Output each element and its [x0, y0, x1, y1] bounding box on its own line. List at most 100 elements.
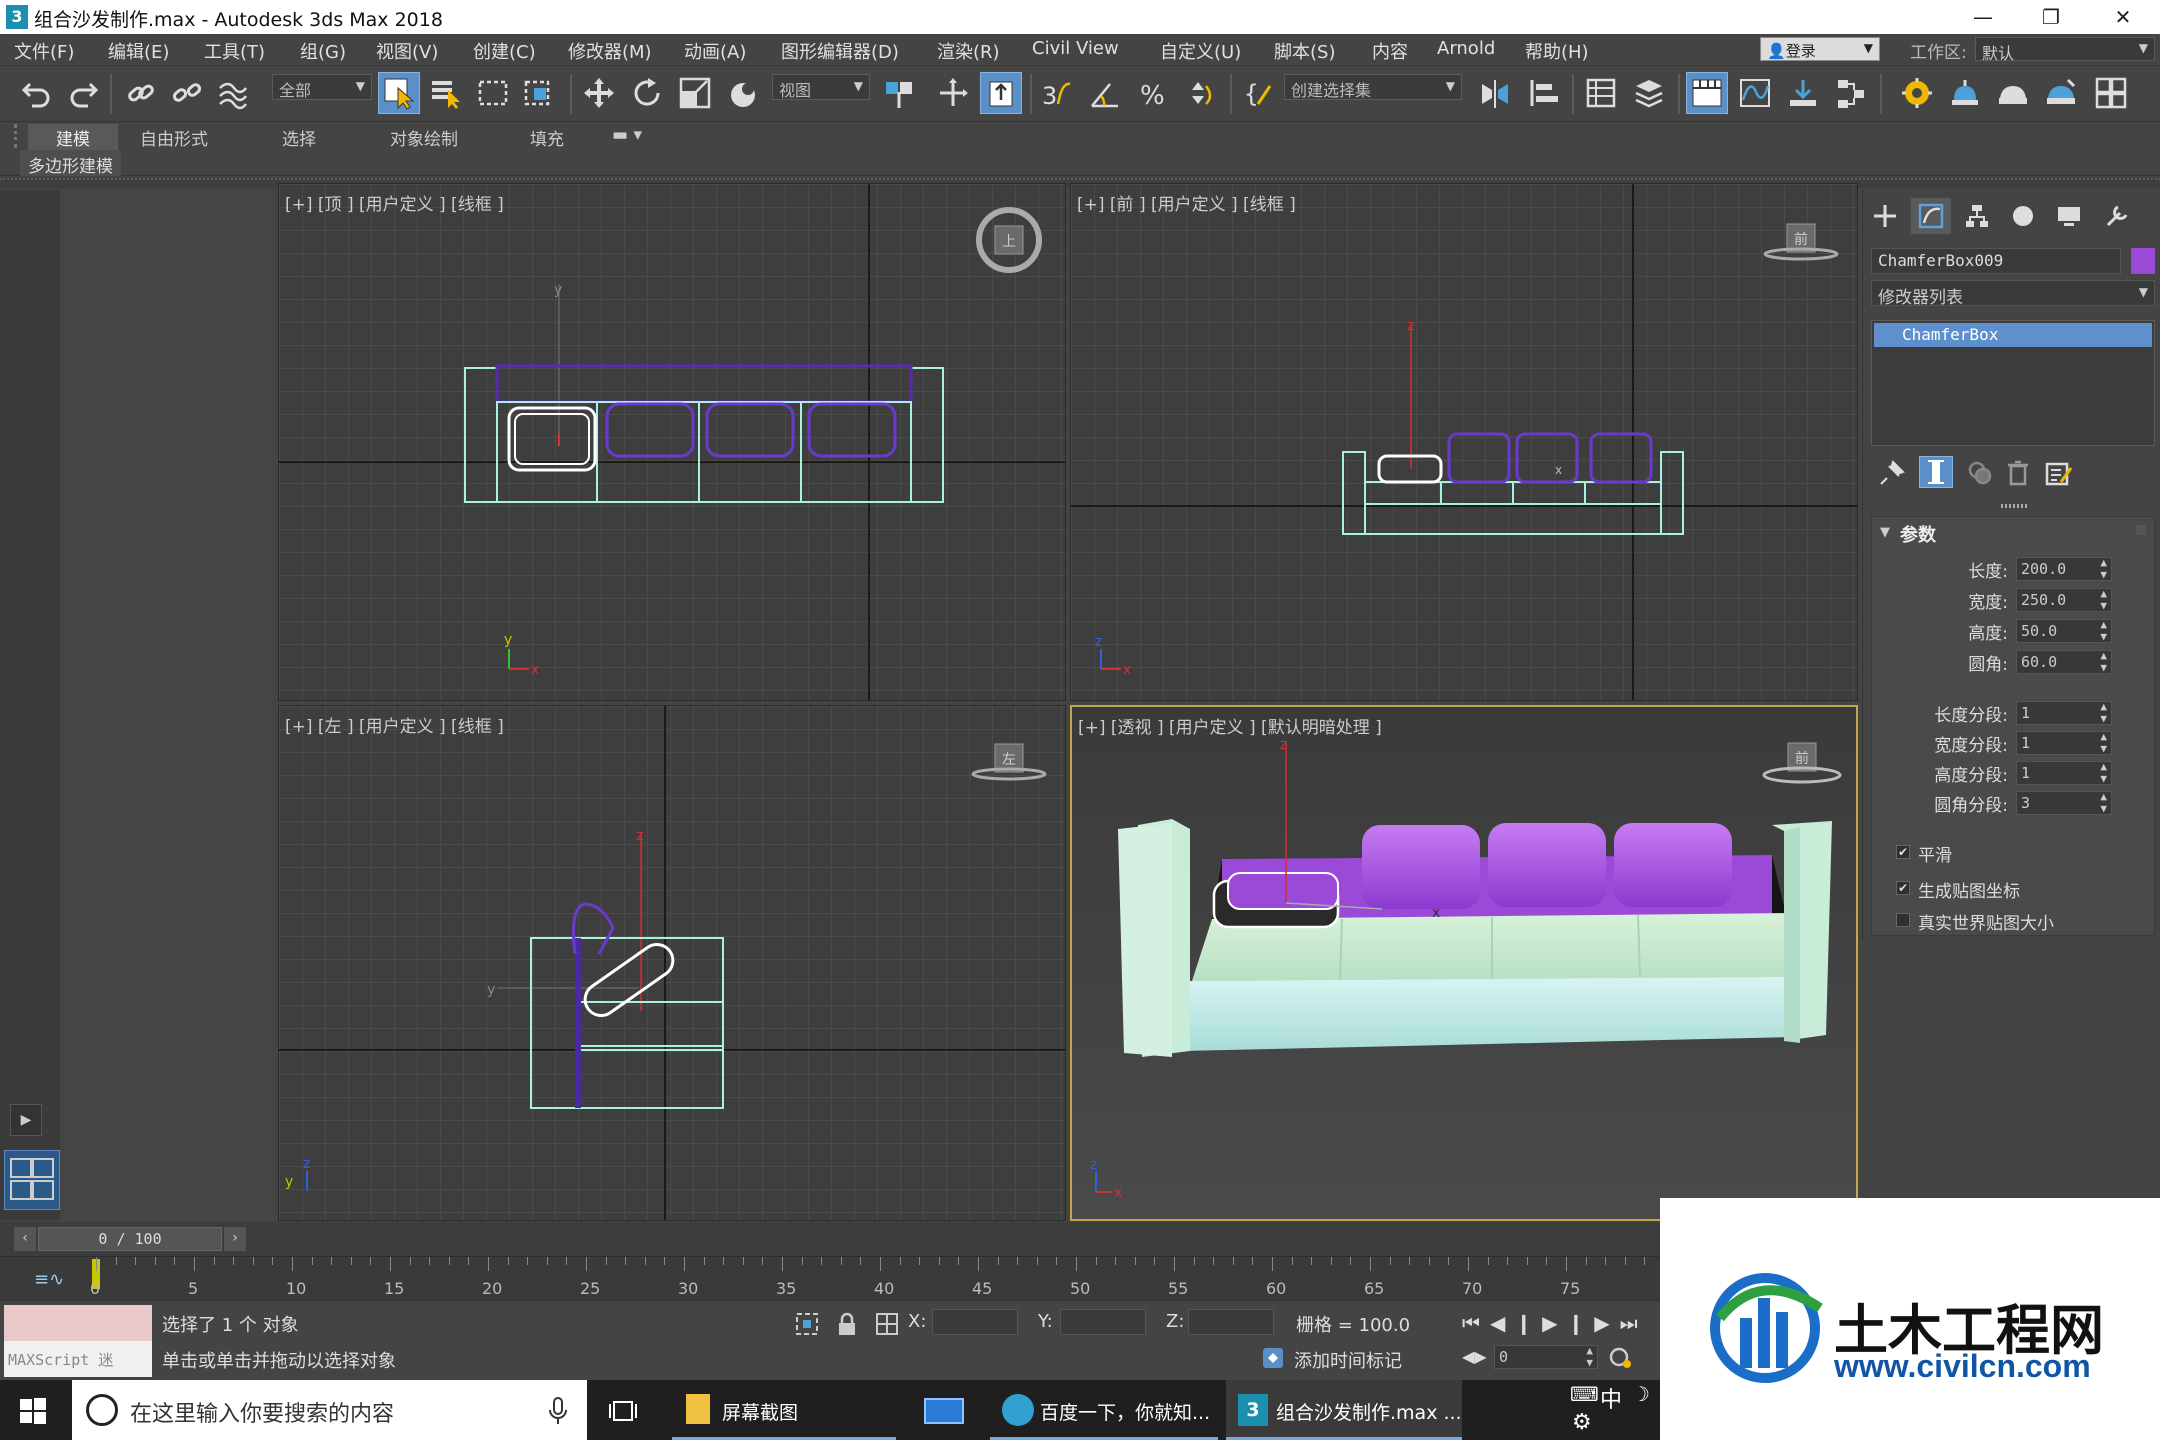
height-segs-spinner[interactable]: 1 ▲ ▼	[2016, 761, 2112, 785]
panel-drag-handle[interactable]	[2001, 504, 2027, 508]
height-spinner[interactable]: 50.0 ▲ ▼	[2016, 619, 2112, 643]
next-key-icon[interactable]: ❙▶	[1568, 1311, 1620, 1335]
cortana-icon[interactable]	[86, 1394, 118, 1426]
spinner-arrows-icon[interactable]: ▲ ▼	[2100, 731, 2107, 755]
render-production-icon[interactable]	[2040, 72, 2082, 114]
layer-explorer-icon[interactable]	[1628, 72, 1670, 114]
width-spinner[interactable]: 250.0 ▲ ▼	[2016, 588, 2112, 612]
select-by-name-icon[interactable]	[424, 72, 466, 114]
menu-arnold[interactable]: Arnold	[1437, 38, 1495, 59]
menu-customize[interactable]: 自定义(U)	[1160, 38, 1241, 64]
make-unique-icon[interactable]	[1965, 458, 1995, 488]
maxscript-input[interactable]: MAXScript 迷	[4, 1341, 152, 1377]
reference-coord-dropdown[interactable]: 视图 ▼	[772, 74, 870, 100]
move-icon[interactable]	[578, 72, 620, 114]
taskbar-app-mail[interactable]	[904, 1380, 984, 1440]
menu-edit[interactable]: 编辑(E)	[108, 38, 169, 64]
menu-modifiers[interactable]: 修改器(M)	[568, 38, 652, 64]
go-to-start-icon[interactable]: ⏮	[1462, 1311, 1490, 1335]
go-to-end-icon[interactable]: ⏭	[1620, 1311, 1648, 1335]
tab-freeform[interactable]: 自由形式	[128, 124, 220, 150]
taskbar-app-edge[interactable]: 百度一下，你就知...	[990, 1380, 1218, 1440]
menu-view[interactable]: 视图(V)	[376, 38, 438, 64]
smooth-checkbox[interactable]: ✔	[1896, 845, 1910, 859]
link-icon[interactable]	[120, 72, 162, 114]
absolute-mode-icon[interactable]	[874, 1311, 900, 1337]
settings-gear-icon[interactable]: ⚙	[1572, 1410, 1592, 1435]
remove-modifier-icon[interactable]	[2003, 458, 2033, 488]
menu-help[interactable]: 帮助(H)	[1525, 38, 1589, 64]
z-coord-field[interactable]	[1188, 1309, 1274, 1335]
align-icon[interactable]	[1522, 72, 1564, 114]
tab-selection[interactable]: 选择	[270, 124, 328, 150]
viewport-layout-tab[interactable]	[4, 1150, 60, 1210]
fillet-spinner[interactable]: 60.0 ▲ ▼	[2016, 650, 2112, 674]
manipulate-icon[interactable]	[932, 72, 974, 114]
rollout-pin-icon[interactable]	[2136, 525, 2146, 535]
spinner-arrows-icon[interactable]: ▲ ▼	[2100, 791, 2107, 815]
real-world-map-checkbox[interactable]	[1896, 913, 1910, 927]
spinner-snap-icon[interactable]	[1180, 72, 1222, 114]
angle-snap-icon[interactable]	[1084, 72, 1126, 114]
restore-button[interactable]: ❐	[2018, 0, 2084, 34]
rectangular-selection-icon[interactable]	[472, 72, 514, 114]
menu-rendering[interactable]: 渲染(R)	[937, 38, 1000, 64]
key-mode-icon[interactable]: ◀▶	[1462, 1347, 1487, 1366]
viewport-left[interactable]: [+] [左 ] [用户定义 ] [线框 ] z y y z 左	[278, 705, 1066, 1221]
tab-object-paint[interactable]: 对象绘制	[378, 124, 470, 150]
window-crossing-icon[interactable]	[518, 72, 560, 114]
unlink-icon[interactable]	[166, 72, 208, 114]
pin-stack-icon[interactable]	[1877, 458, 1907, 488]
maxscript-output[interactable]	[4, 1305, 152, 1341]
dope-sheet-icon[interactable]	[1782, 72, 1824, 114]
tab-populate[interactable]: 填充	[518, 124, 576, 150]
spinner-arrows-icon[interactable]: ▲ ▼	[2100, 650, 2107, 674]
y-coord-field[interactable]	[1060, 1309, 1146, 1335]
spinner-arrows-icon[interactable]: ▲ ▼	[1586, 1345, 1593, 1369]
place-icon[interactable]	[722, 72, 764, 114]
snap-toggle-icon[interactable]: 3	[1036, 72, 1078, 114]
gen-mapping-checkbox[interactable]: ✔	[1896, 881, 1910, 895]
viewport-top[interactable]: [+] [顶 ] [用户定义 ] [线框 ] y y x 上	[278, 183, 1066, 701]
time-tag-icon[interactable]	[1260, 1345, 1286, 1371]
taskbar-app-screenshot[interactable]: 屏幕截图	[672, 1380, 896, 1440]
render-setup-icon[interactable]	[1944, 72, 1986, 114]
viewport-front[interactable]: [+] [前 ] [用户定义 ] [线框 ] z x z x 前	[1070, 183, 1858, 701]
prev-frame-icon[interactable]: ‹	[14, 1227, 36, 1251]
mirror-icon[interactable]	[1474, 72, 1516, 114]
isolate-selection-icon[interactable]	[794, 1311, 820, 1337]
undo-icon[interactable]	[16, 72, 58, 114]
add-time-tag[interactable]: 添加时间标记	[1294, 1347, 1402, 1373]
create-tab-icon[interactable]	[1865, 198, 1905, 234]
menu-create[interactable]: 创建(C)	[473, 38, 536, 64]
microphone-icon[interactable]	[548, 1396, 568, 1426]
viewport-layouts-icon[interactable]	[2090, 72, 2132, 114]
spinner-arrows-icon[interactable]: ▲ ▼	[2100, 701, 2107, 725]
polygon-modeling-panel[interactable]: 多边形建模	[20, 150, 121, 177]
modifier-stack-item[interactable]: ChamferBox	[1874, 323, 2152, 347]
select-object-icon[interactable]	[378, 72, 420, 114]
taskbar-app-3dsmax[interactable]: 3 组合沙发制作.max ...	[1226, 1380, 1462, 1440]
menu-graph-editors[interactable]: 图形编辑器(D)	[781, 38, 899, 64]
length-spinner[interactable]: 200.0 ▲ ▼	[2016, 557, 2112, 581]
menu-file[interactable]: 文件(F)	[14, 38, 74, 64]
show-end-result-icon[interactable]	[1919, 456, 1953, 488]
keyboard-shortcut-override-icon[interactable]	[980, 72, 1022, 114]
prev-key-icon[interactable]: ◀❙	[1490, 1311, 1542, 1335]
expand-panel-icon[interactable]: ▶	[10, 1104, 42, 1136]
menu-group[interactable]: 组(G)	[300, 38, 346, 64]
menu-tools[interactable]: 工具(T)	[204, 38, 265, 64]
display-tab-icon[interactable]	[2049, 198, 2089, 234]
menu-civil-view[interactable]: Civil View	[1032, 38, 1119, 59]
rotate-icon[interactable]	[626, 72, 668, 114]
viewport-perspective[interactable]: [+] [透视 ] [用户定义 ] [默认明暗处理 ] z x z x 前	[1070, 705, 1858, 1221]
menu-scripting[interactable]: 脚本(S)	[1274, 38, 1335, 64]
modifier-list-dropdown[interactable]: 修改器列表 ▼	[1871, 280, 2155, 308]
length-segs-spinner[interactable]: 1 ▲ ▼	[2016, 701, 2112, 725]
redo-icon[interactable]	[62, 72, 104, 114]
spinner-arrows-icon[interactable]: ▲ ▼	[2100, 588, 2107, 612]
timeline-ruler[interactable]: ≡∿ 0 5 10 15 20 25 30 35 40 45 50 55 60 65 70 75	[0, 1256, 1665, 1300]
modify-tab-icon[interactable]	[1911, 198, 1951, 234]
utilities-tab-icon[interactable]	[2097, 198, 2137, 234]
selection-filter-dropdown[interactable]: 全部 ▼	[272, 74, 372, 100]
